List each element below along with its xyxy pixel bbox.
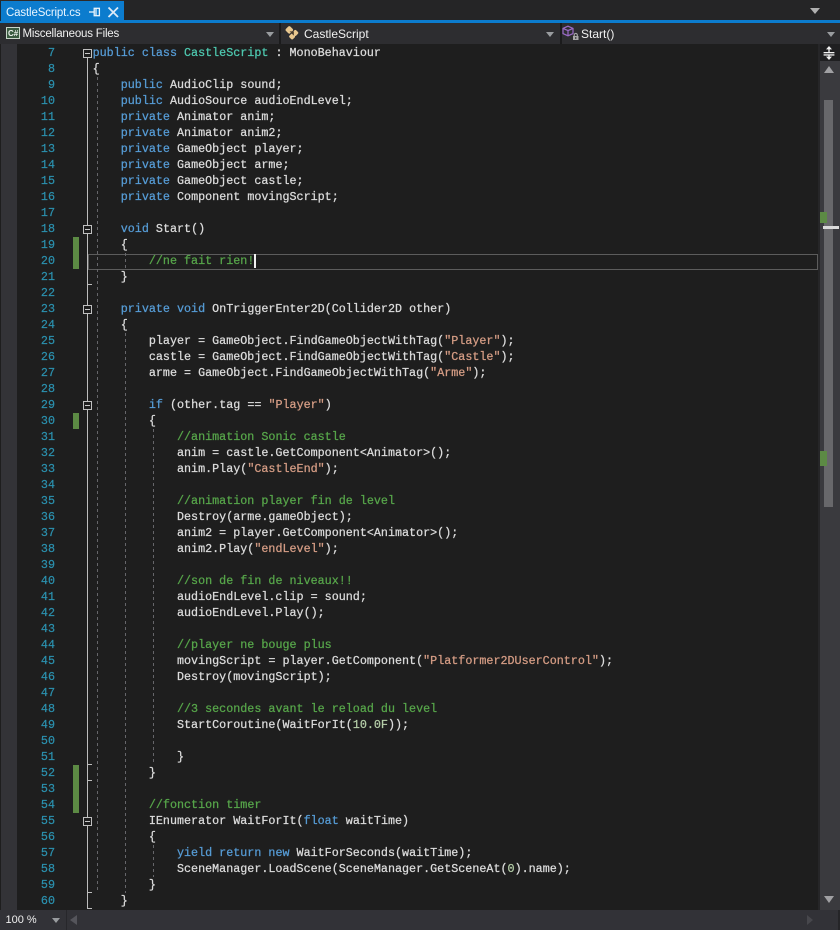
- svg-text:C#: C#: [8, 29, 19, 38]
